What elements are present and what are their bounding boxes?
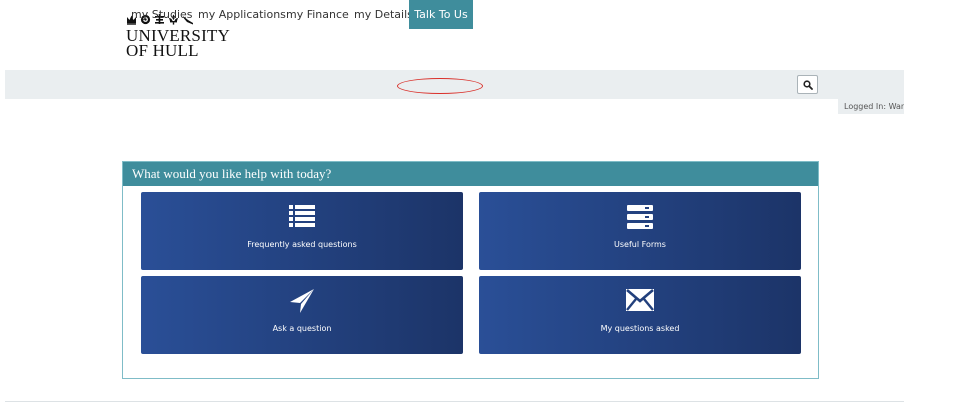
paper-plane-icon [141,288,463,314]
help-panel-title: What would you like help with today? [123,162,818,186]
nav-talk-to-us[interactable]: Talk To Us [409,0,473,29]
forms-icon [479,204,801,230]
search-icon [802,79,813,90]
main-navbar [5,70,904,99]
nav-my-studies[interactable]: my Studies [131,0,193,29]
tile-my-questions-label: My questions asked [600,324,680,333]
tile-my-questions[interactable]: My questions asked [479,276,801,354]
tile-ask-question[interactable]: Ask a question [141,276,463,354]
nav-my-details[interactable]: my Details [354,0,410,29]
tile-faq-label: Frequently asked questions [247,240,357,249]
logo-text: UNIVERSITY OF HULL [126,27,236,60]
help-panel: What would you like help with today? Fre… [122,161,819,379]
envelope-icon [479,288,801,314]
search-button[interactable] [797,75,818,94]
nav-my-applications[interactable]: my Applications [198,0,286,29]
tile-ask-question-label: Ask a question [272,324,332,333]
logo-line-of-hull: OF HULL [126,41,199,60]
logged-in-status: Logged In: Wan [838,99,904,114]
tile-useful-forms-label: Useful Forms [614,240,666,249]
footer-divider [5,401,904,402]
list-icon [141,204,463,230]
tile-faq[interactable]: Frequently asked questions [141,192,463,270]
nav-my-finance[interactable]: my Finance [286,0,349,29]
tile-useful-forms[interactable]: Useful Forms [479,192,801,270]
